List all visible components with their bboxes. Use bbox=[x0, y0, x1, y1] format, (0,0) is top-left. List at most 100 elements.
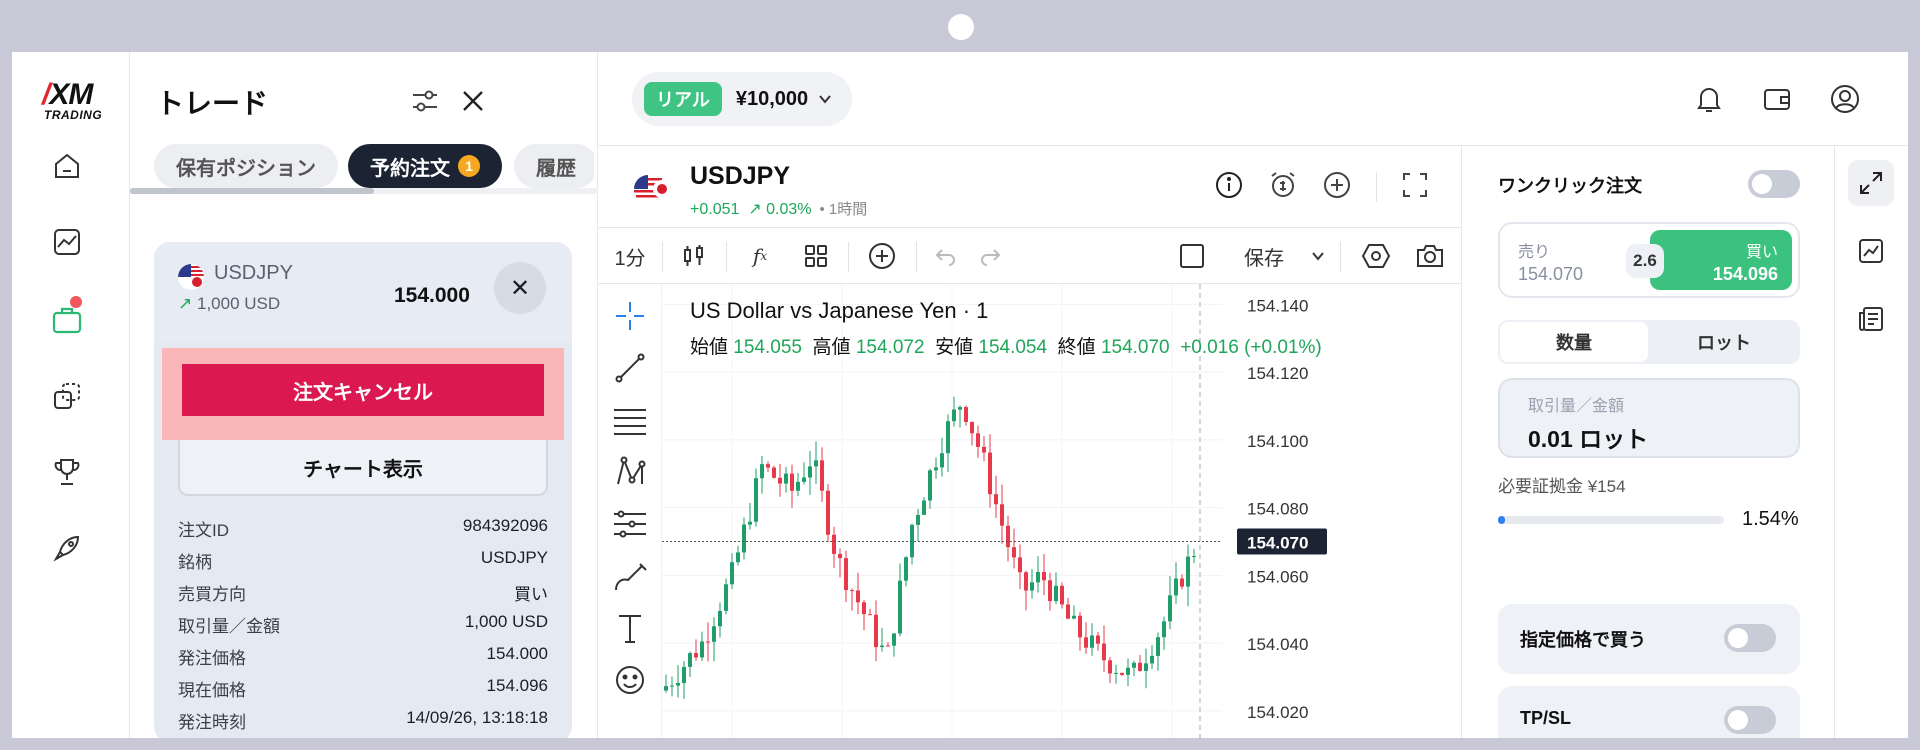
camera-icon[interactable] bbox=[1412, 238, 1448, 274]
seg-quantity[interactable]: 数量 bbox=[1500, 322, 1648, 362]
order-details: 注文ID 984392096 銘柄 USDJPY 売買方向 買い 取引量／金額 1,00… bbox=[178, 516, 548, 738]
settings-hexagon-icon[interactable] bbox=[1358, 238, 1394, 274]
left-nav: /XM TRADING bbox=[12, 52, 130, 738]
candle-body bbox=[748, 521, 752, 525]
tab-positions[interactable]: 保有ポジション bbox=[154, 144, 338, 188]
one-click-toggle[interactable] bbox=[1748, 170, 1800, 198]
camera-dot bbox=[948, 14, 974, 40]
account-selector[interactable]: リアル ¥10,000 bbox=[632, 72, 852, 126]
bid-ask-box: 売り 154.070 買い 154.096 2.6 bbox=[1498, 222, 1800, 298]
chevron-down-icon bbox=[819, 95, 831, 104]
seg-lot[interactable]: ロット bbox=[1650, 322, 1798, 362]
undo-icon[interactable] bbox=[928, 238, 964, 274]
price-alert-icon[interactable] bbox=[1266, 168, 1300, 202]
candle-body bbox=[880, 645, 884, 648]
add-icon[interactable] bbox=[1320, 168, 1354, 202]
wallet-icon[interactable] bbox=[1758, 80, 1796, 118]
device-frame: /XM TRADING トレード 保有ポジション 予約注文 1 履歴 USDJP… bbox=[0, 0, 1920, 750]
candle-body bbox=[922, 500, 926, 515]
candle-body bbox=[1168, 595, 1172, 622]
top-bar: リアル ¥10,000 bbox=[598, 52, 1908, 146]
info-icon[interactable] bbox=[1212, 168, 1246, 202]
home-icon[interactable] bbox=[49, 148, 85, 184]
candle-body bbox=[1060, 585, 1064, 605]
trendline-icon[interactable] bbox=[612, 350, 648, 386]
news-icon[interactable] bbox=[1848, 296, 1894, 342]
horizontal-lines-icon[interactable] bbox=[612, 402, 648, 438]
arrow-up-right-icon: ↗ bbox=[748, 201, 762, 218]
emoji-icon[interactable] bbox=[612, 662, 648, 698]
trophy-icon[interactable] bbox=[49, 454, 85, 490]
add-compare-icon[interactable] bbox=[864, 238, 900, 274]
chart-area: USDJPY +0.051 ↗ 0.03% • 1時間 1分 fx 保存 154… bbox=[598, 146, 1462, 738]
cancel-order-button[interactable]: 注文キャンセル bbox=[182, 364, 544, 416]
redo-icon[interactable] bbox=[972, 238, 1008, 274]
chart-trend-icon[interactable] bbox=[1848, 228, 1894, 274]
chart-toolbar: 1分 fx 保存 bbox=[598, 228, 1462, 284]
candle-body bbox=[928, 470, 932, 501]
candle-body bbox=[700, 641, 704, 658]
buy-button[interactable]: 買い 154.096 bbox=[1650, 230, 1792, 290]
show-chart-button[interactable]: チャート表示 bbox=[178, 440, 548, 496]
candle-body bbox=[994, 494, 998, 505]
detail-row: 発注時刻 14/09/26, 13:18:18 bbox=[178, 708, 548, 732]
candle-body bbox=[1126, 667, 1130, 675]
margin-percent: 1.54% bbox=[1742, 508, 1799, 530]
copy-trading-icon[interactable] bbox=[49, 378, 85, 414]
rocket-icon[interactable] bbox=[49, 530, 85, 566]
expand-icon[interactable] bbox=[1848, 160, 1894, 206]
text-tool-icon[interactable] bbox=[612, 610, 648, 646]
detail-row: 注文ID 984392096 bbox=[178, 516, 548, 540]
bell-icon[interactable] bbox=[1690, 80, 1728, 118]
briefcase-icon[interactable] bbox=[49, 302, 85, 338]
xm-logo[interactable]: /XM TRADING bbox=[32, 78, 112, 122]
candle-body bbox=[1180, 578, 1184, 587]
candle-body bbox=[1114, 672, 1118, 674]
tab-pending-orders[interactable]: 予約注文 1 bbox=[348, 144, 502, 188]
indicators-button[interactable]: fx bbox=[742, 238, 778, 274]
save-menu-chevron-icon[interactable] bbox=[1306, 238, 1330, 274]
us-jp-flag-icon bbox=[632, 168, 674, 210]
tabs-scrollbar-thumb[interactable] bbox=[130, 188, 374, 194]
candle-body bbox=[958, 407, 962, 410]
candle-body bbox=[1174, 578, 1178, 596]
close-icon: ✕ bbox=[509, 274, 531, 302]
candle-body bbox=[1096, 635, 1100, 644]
fullscreen-icon[interactable] bbox=[1398, 168, 1432, 202]
account-balance: ¥10,000 bbox=[735, 87, 809, 110]
candle-body bbox=[856, 590, 860, 603]
candle-body bbox=[820, 460, 824, 491]
candle-body bbox=[1078, 615, 1082, 638]
candle-body bbox=[934, 467, 938, 471]
pattern-icon[interactable] bbox=[612, 454, 648, 490]
volume-input[interactable]: 取引量／金額 0.01 ロット bbox=[1498, 378, 1800, 458]
candle-body bbox=[760, 464, 764, 479]
candle-type-icon[interactable] bbox=[676, 238, 712, 274]
arrow-up-right-icon: ↗ bbox=[178, 294, 193, 313]
save-button[interactable]: 保存 bbox=[1234, 238, 1294, 274]
layout-square-icon[interactable] bbox=[1174, 238, 1210, 274]
tab-history[interactable]: 履歴 bbox=[514, 144, 594, 188]
close-order-button[interactable]: ✕ bbox=[494, 262, 546, 314]
chart-nav-icon[interactable] bbox=[49, 224, 85, 260]
candle-body bbox=[1036, 571, 1040, 583]
candle-body bbox=[946, 421, 950, 454]
filter-icon[interactable] bbox=[408, 84, 442, 118]
candle-body bbox=[940, 453, 944, 468]
candle-body bbox=[826, 490, 830, 535]
brush-icon[interactable] bbox=[612, 558, 648, 594]
tpsl-toggle[interactable] bbox=[1724, 706, 1776, 734]
user-icon[interactable] bbox=[1826, 80, 1864, 118]
y-tick-label: 154.140 bbox=[1247, 296, 1308, 315]
pending-count-badge: 1 bbox=[458, 155, 480, 177]
layout-grid-icon[interactable] bbox=[798, 238, 834, 274]
limit-order-option: 指定価格で買う bbox=[1498, 604, 1800, 674]
close-icon[interactable] bbox=[456, 84, 490, 118]
crosshair-icon[interactable] bbox=[612, 298, 648, 334]
fib-retracement-icon[interactable] bbox=[612, 506, 648, 542]
divider bbox=[916, 242, 917, 272]
limit-order-toggle[interactable] bbox=[1724, 624, 1776, 652]
y-tick-label: 154.120 bbox=[1247, 364, 1308, 383]
interval-selector[interactable]: 1分 bbox=[612, 238, 648, 274]
divider bbox=[662, 242, 663, 272]
